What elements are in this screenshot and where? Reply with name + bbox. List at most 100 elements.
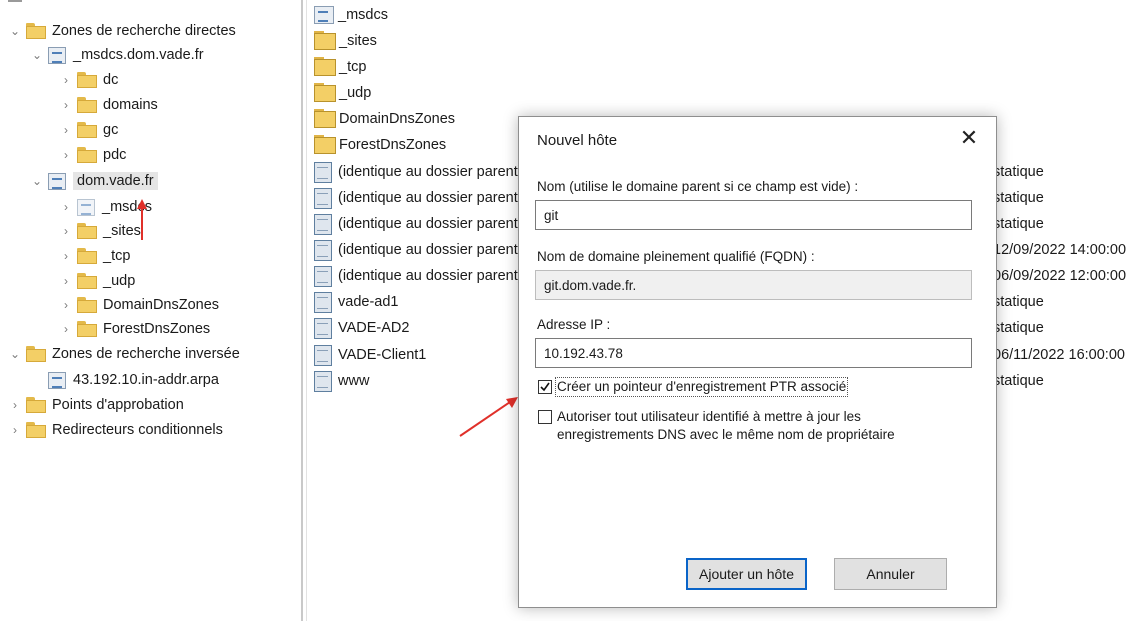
list-item-name: _udp (339, 85, 372, 101)
tree-item-tcp[interactable]: › _tcp (59, 245, 130, 267)
chevron-down-icon[interactable]: ⌄ (8, 347, 22, 361)
new-host-dialog: Nouvel hôte ✕ Nom (utilise le domaine pa… (518, 116, 997, 608)
tree-item-label: ForestDnsZones (103, 321, 211, 337)
delegated-zone-icon (77, 198, 95, 216)
dns-record-icon (314, 370, 332, 392)
dns-record-icon (314, 317, 332, 339)
record-timestamp: 06/09/2022 12:00:00 (993, 268, 1127, 284)
zone-folder-icon (314, 6, 334, 24)
close-icon[interactable]: ✕ (956, 125, 982, 151)
list-item-name: _tcp (339, 59, 367, 75)
list-item-name: (identique au dossier parent) (338, 216, 523, 232)
tree-item-dc[interactable]: › dc (59, 69, 118, 91)
chevron-right-icon[interactable]: › (59, 148, 73, 162)
folder-icon (77, 248, 97, 264)
list-item[interactable]: (identique au dossier parent) (314, 213, 523, 235)
annotation-arrow-diagonal-icon (459, 397, 518, 437)
list-item-name: VADE-AD2 (338, 320, 410, 336)
chevron-right-icon[interactable]: › (59, 249, 73, 263)
list-item[interactable]: (identique au dossier parent) (314, 187, 523, 209)
list-item[interactable]: (identique au dossier parent) (314, 161, 523, 183)
tree-item-msdcs-zone[interactable]: ⌄ _msdcs.dom.vade.fr (30, 44, 204, 66)
tree-item-label: gc (103, 122, 119, 138)
name-label: Nom (utilise le domaine parent si ce cha… (537, 179, 859, 194)
tree-item-zones-inversee[interactable]: ⌄ Zones de recherche inversée (8, 343, 240, 365)
cancel-button[interactable]: Annuler (834, 558, 947, 590)
tree-item-reverse-zone[interactable]: 43.192.10.in-addr.arpa (48, 369, 219, 391)
tree-item-label: 43.192.10.in-addr.arpa (73, 372, 219, 388)
chevron-right-icon[interactable]: › (59, 200, 73, 214)
list-item[interactable]: _msdcs (314, 4, 388, 26)
tree-item-zones-directes[interactable]: ⌄ Zones de recherche directes (8, 20, 236, 42)
ptr-checkbox[interactable] (538, 380, 552, 394)
folder-icon (77, 97, 97, 113)
chevron-down-icon[interactable]: ⌄ (30, 174, 44, 188)
dns-record-icon (314, 291, 332, 313)
record-timestamp: statique (993, 294, 1044, 310)
chevron-right-icon[interactable]: › (8, 398, 22, 412)
list-item[interactable]: (identique au dossier parent) (314, 239, 523, 261)
ip-address-field[interactable]: 10.192.43.78 (535, 338, 972, 368)
chevron-right-icon[interactable]: › (8, 423, 22, 437)
tree-item-label: _udp (103, 273, 136, 289)
tree-item-forestdnszones[interactable]: › ForestDnsZones (59, 318, 210, 340)
ptr-checkbox-label[interactable]: Créer un pointeur d'enregistrement PTR a… (554, 377, 849, 397)
list-item-name: (identique au dossier parent) (338, 242, 523, 258)
tree-item-points-approbation[interactable]: › Points d'approbation (8, 394, 184, 416)
tree-item-label: domains (103, 97, 158, 113)
dns-record-icon (314, 239, 332, 261)
list-item[interactable]: VADE-AD2 (314, 317, 409, 339)
tree-item-label: Points d'approbation (52, 397, 184, 413)
folder-icon (77, 223, 97, 239)
add-host-button[interactable]: Ajouter un hôte (686, 558, 807, 590)
tree-item-redirecteurs[interactable]: › Redirecteurs conditionnels (8, 419, 223, 441)
tree-item-sites[interactable]: › _sites (59, 220, 141, 242)
tree-item-pdc[interactable]: › pdc (59, 144, 126, 166)
tree-item-dom-vade-fr[interactable]: ⌄ dom.vade.fr (30, 170, 158, 192)
name-field[interactable]: git (535, 200, 972, 230)
tree-item-label: _tcp (103, 248, 131, 264)
chevron-right-icon[interactable]: › (59, 224, 73, 238)
list-item-name: DomainDnsZones (339, 111, 456, 127)
folder-icon (26, 346, 46, 362)
tree-item-udp[interactable]: › _udp (59, 270, 135, 292)
chevron-right-icon[interactable]: › (59, 123, 73, 137)
list-item[interactable]: ForestDnsZones (314, 134, 446, 156)
chevron-right-icon[interactable]: › (59, 73, 73, 87)
fqdn-label: Nom de domaine pleinement qualifié (FQDN… (537, 249, 815, 264)
record-timestamp: statique (993, 216, 1044, 232)
record-timestamp: 12/09/2022 14:00:00 (993, 242, 1127, 258)
tree-item-domains[interactable]: › domains (59, 94, 158, 116)
chevron-right-icon[interactable]: › (59, 322, 73, 336)
list-item[interactable]: _udp (314, 82, 371, 104)
chevron-right-icon[interactable]: › (59, 274, 73, 288)
chevron-down-icon[interactable]: ⌄ (30, 48, 44, 62)
folder-icon (77, 273, 97, 289)
folder-icon (314, 109, 336, 129)
tree-item-label: _msdcs.dom.vade.fr (73, 47, 204, 63)
folder-icon (77, 321, 97, 337)
list-item[interactable]: (identique au dossier parent) (314, 265, 523, 287)
chevron-down-icon[interactable]: ⌄ (8, 24, 22, 38)
pane-splitter[interactable] (301, 0, 303, 621)
tree-item-domaindnszones[interactable]: › DomainDnsZones (59, 294, 219, 316)
fqdn-field: git.dom.vade.fr. (535, 270, 972, 300)
tree-item-label: Redirecteurs conditionnels (52, 422, 223, 438)
folder-icon (77, 297, 97, 313)
chevron-right-icon[interactable]: › (59, 98, 73, 112)
list-item[interactable]: _sites (314, 30, 377, 52)
chevron-right-icon[interactable]: › (59, 298, 73, 312)
dns-record-icon (314, 265, 332, 287)
list-item[interactable]: DomainDnsZones (314, 108, 455, 130)
ip-label: Adresse IP : (537, 317, 611, 332)
list-item[interactable]: VADE-Client1 (314, 344, 426, 366)
folder-icon (77, 72, 97, 88)
list-item[interactable]: vade-ad1 (314, 291, 398, 313)
list-item-name: _msdcs (338, 7, 388, 23)
list-item[interactable]: _tcp (314, 56, 366, 78)
auth-update-checkbox[interactable] (538, 410, 552, 424)
list-item[interactable]: www (314, 370, 369, 392)
auth-update-checkbox-label[interactable]: Autoriser tout utilisateur identifié à m… (557, 408, 937, 444)
record-timestamp: statique (993, 320, 1044, 336)
tree-item-gc[interactable]: › gc (59, 119, 118, 141)
